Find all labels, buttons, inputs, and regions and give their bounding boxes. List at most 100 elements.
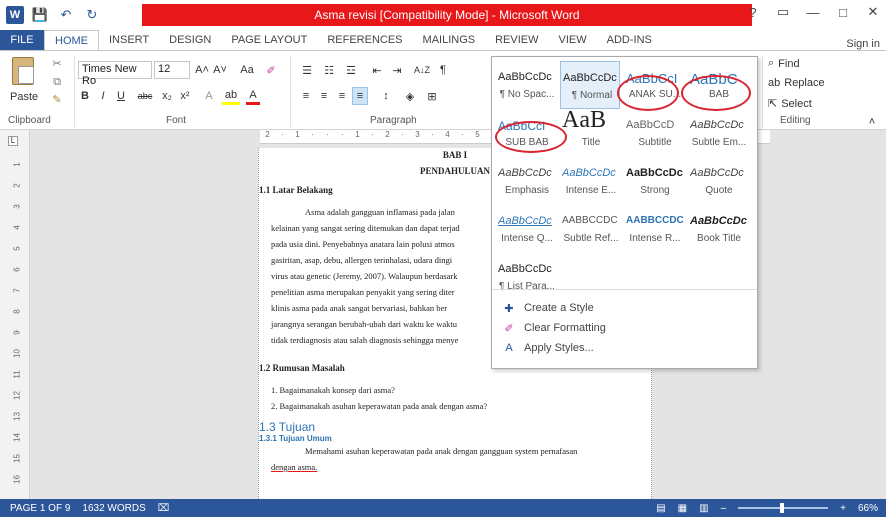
minimize-button[interactable]: — [804,5,822,20]
style-subtle-ref[interactable]: AABBCCDC Subtle Ref... [560,205,620,253]
style-emphasis[interactable]: AaBbCcDc Emphasis [496,157,556,205]
style-name: Intense R... [629,233,681,244]
tab-page-layout[interactable]: PAGE LAYOUT [221,30,317,50]
zoom-level[interactable]: 66% [858,503,878,514]
grow-font-button[interactable]: A˄ [194,61,210,79]
style-intense-e[interactable]: AaBbCcDc Intense E... [560,157,620,205]
tab-file[interactable]: FILE [0,30,44,50]
tab-view[interactable]: VIEW [549,30,597,50]
zoom-in-button[interactable]: + [840,503,846,514]
style-sample: AaBbCcD [626,119,675,131]
decrease-indent-icon[interactable]: ⇤ [368,61,386,79]
close-button[interactable]: ✕ [864,4,882,20]
page-count[interactable]: PAGE 1 OF 9 [10,503,70,514]
paste-button[interactable]: Paste [10,91,38,103]
style-strong[interactable]: AaBbCcDc Strong [624,157,684,205]
superscript-button[interactable]: x² [178,87,192,105]
clear-formatting-item[interactable]: ✐ Clear Formatting [502,321,606,335]
zoom-slider-thumb[interactable] [780,503,785,513]
replace-icon: ab [768,77,781,89]
shrink-font-button[interactable]: A˅ [212,61,228,79]
redo-icon[interactable]: ↻ [82,5,102,25]
cut-icon[interactable]: ✂ [50,57,64,71]
style-sample: AaBbCcDc [498,215,552,227]
collapse-ribbon-icon[interactable]: ˄ [866,113,878,131]
find-button[interactable]: ⌕ Find [768,57,800,70]
create-style-item[interactable]: ✚ Create a Style [502,301,593,315]
font-name-field[interactable]: Times New Ro [78,61,152,87]
print-layout-icon[interactable]: ▦ [678,503,687,514]
copy-icon[interactable]: ⧉ [50,75,64,89]
justify-icon[interactable]: ≡ [352,87,368,105]
style-quote[interactable]: AaBbCcDc Quote [688,157,748,205]
style-subtle-em[interactable]: AaBbCcDc Subtle Em... [688,109,748,157]
style-subtitle[interactable]: AaBbCcD Subtitle [624,109,684,157]
clear-format-icon[interactable]: ✐ [264,61,278,79]
font-size-field[interactable]: 12 [154,61,190,79]
tab-insert[interactable]: INSERT [99,30,159,50]
style-title[interactable]: AaB Title [560,107,620,157]
quick-access-toolbar: W 💾 ↶ ↻ [6,5,102,25]
tab-mailings[interactable]: MAILINGS [413,30,486,50]
change-case-button[interactable]: Aa [236,61,258,79]
editing-group-label: Editing [780,115,811,126]
paragraph-line: dengan asma. [271,462,318,472]
multilevel-list-icon[interactable]: ☲ [342,61,360,79]
align-left-icon[interactable]: ≡ [298,87,314,105]
line-spacing-icon[interactable]: ↕ [378,87,394,105]
underline-button[interactable]: U [114,87,128,105]
paste-icon[interactable] [12,57,34,85]
tab-add-ins[interactable]: ADD-INS [597,30,662,50]
style-intense-r[interactable]: AABBCCDC Intense R... [624,205,684,253]
ruler-tick: · [281,130,284,139]
highlight-button[interactable]: ab [222,87,240,105]
replace-button[interactable]: ab Replace [768,77,825,89]
ruler-tick: 1 [355,130,360,139]
tab-home[interactable]: HOME [44,30,99,50]
style-list-para[interactable]: AaBbCcDc ¶ List Para... [496,253,556,301]
style-intense-q[interactable]: AaBbCcDc Intense Q... [496,205,556,253]
zoom-out-button[interactable]: – [721,503,727,514]
select-button[interactable]: ⇱ Select [768,97,812,111]
style-book-title[interactable]: AaBbCcDc Book Title [688,205,748,253]
borders-icon[interactable]: ⊞ [424,87,440,105]
italic-button[interactable]: I [96,87,110,105]
web-layout-icon[interactable]: ▥ [699,503,708,514]
strikethrough-button[interactable]: abc [134,87,156,105]
word-count[interactable]: 1632 WORDS [82,503,145,514]
font-color-button[interactable]: A [246,87,260,105]
ruler-tick: · [431,130,434,139]
style-no-spac[interactable]: AaBbCcDc ¶ No Spac... [496,61,556,109]
ribbon-display-button[interactable]: ▭ [774,4,792,20]
sign-in-link[interactable]: Sign in [846,38,886,50]
subscript-button[interactable]: x₂ [160,87,174,105]
tab-references[interactable]: REFERENCES [317,30,412,50]
restore-button[interactable]: □ [834,5,852,20]
proofing-icon[interactable]: ⌧ [158,503,170,514]
align-center-icon[interactable]: ≡ [316,87,332,105]
bold-button[interactable]: B [78,87,92,105]
apply-styles-item[interactable]: A Apply Styles... [502,341,593,355]
tab-design[interactable]: DESIGN [159,30,221,50]
save-icon[interactable]: 💾 [30,5,50,25]
sort-button[interactable]: A↓Z [412,61,432,79]
zoom-slider[interactable] [738,503,829,513]
read-mode-icon[interactable]: ▤ [656,503,665,514]
ruler-tick: 8 [12,309,22,314]
increase-indent-icon[interactable]: ⇥ [388,61,406,79]
tab-review[interactable]: REVIEW [485,30,548,50]
align-right-icon[interactable]: ≡ [334,87,350,105]
numbering-icon[interactable]: ☷ [320,61,338,79]
ruler-tick: 12 [12,391,22,400]
bullets-icon[interactable]: ☰ [298,61,316,79]
help-button[interactable]: ? [744,5,762,20]
style-normal[interactable]: AaBbCcDc ¶ Normal [560,61,620,109]
undo-icon[interactable]: ↶ [56,5,76,25]
show-formatting-button[interactable]: ¶ [436,61,450,79]
format-painter-icon[interactable]: ✎ [50,93,64,107]
word-logo-icon[interactable]: W [6,6,24,24]
ruler-tick: 1 [12,162,22,167]
text-effects-button[interactable]: A [202,87,216,105]
tab-selector-icon[interactable]: L [8,136,18,146]
shading-icon[interactable]: ◈ [402,87,418,105]
